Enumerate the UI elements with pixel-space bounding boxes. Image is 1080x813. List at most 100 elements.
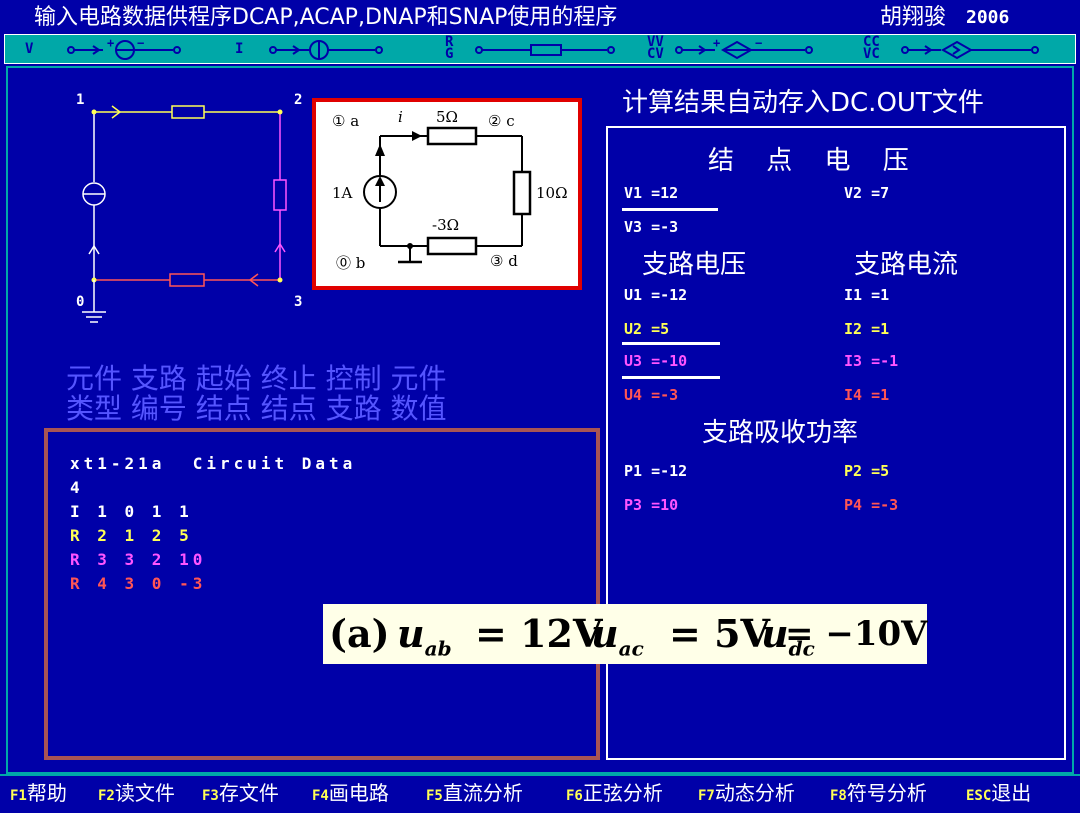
node-label: 0 — [76, 294, 85, 310]
branch-current: I3 =-1 — [844, 352, 899, 370]
svg-text:−: − — [755, 37, 762, 50]
controlled-current-source-icon — [901, 40, 1039, 60]
fkey-code: F8 — [830, 788, 847, 804]
var-symbol: u — [397, 611, 425, 656]
fkey-f3[interactable]: F3存文件 — [202, 776, 279, 813]
node-voltage-title: 结 点 电 压 — [708, 146, 921, 176]
fkey-f7[interactable]: F7动态分析 — [698, 776, 795, 813]
resistor-value: 10Ω — [536, 184, 568, 202]
source-value: 1A — [332, 184, 353, 202]
branch-current: I4 =1 — [844, 386, 890, 404]
fkey-f6[interactable]: F6正弦分析 — [566, 776, 663, 813]
fkey-f1[interactable]: F1帮助 — [10, 776, 67, 813]
fkey-code: F1 — [10, 788, 27, 804]
column-headers-line2: 类型 编号 结点 结点 支路 数值 — [66, 392, 447, 425]
data-line: R 3 3 2 10 — [70, 550, 207, 569]
resistor-value: 5Ω — [436, 108, 458, 126]
column-headers: 元件 支路 起始 终止 控制 元件 类型 编号 结点 结点 支路 数值 — [66, 364, 447, 424]
data-line: 4 — [70, 478, 84, 497]
node-voltage: V1 =12 — [624, 184, 679, 202]
schematic-drawing — [82, 105, 287, 323]
toolbar-label: V — [25, 41, 34, 57]
schematic-canvas[interactable]: 1 2 3 0 — [60, 90, 310, 330]
toolbar-controlled-voltage-source[interactable]: VV CV + − — [641, 35, 841, 63]
toolbar-label: CC VC — [863, 34, 880, 62]
author-name: 胡翔骏 — [880, 5, 947, 30]
node-voltage: V3 =-3 — [624, 218, 679, 236]
branch-voltage: U1 =-12 — [624, 286, 688, 304]
fkey-esc[interactable]: ESC退出 — [966, 776, 1031, 813]
fkey-label: 读文件 — [114, 781, 175, 805]
branch-power: P3 =10 — [624, 496, 679, 514]
branch-voltage: U3 =-10 — [624, 352, 688, 370]
node-label: ② c — [488, 112, 515, 130]
toolbar-current-source[interactable]: I — [225, 35, 405, 63]
answer-var: uab — [397, 604, 452, 679]
var-subscript: ac — [618, 636, 644, 661]
svg-text:−: − — [137, 37, 144, 50]
fkey-f4[interactable]: F4画电路 — [312, 776, 389, 813]
branch-power: P4 =-3 — [844, 496, 899, 514]
fkey-code: F7 — [698, 788, 715, 804]
voltage-source-icon: + − — [67, 37, 181, 60]
fkey-label: 动态分析 — [714, 781, 795, 805]
branch-power: P1 =-12 — [624, 462, 688, 480]
fkey-f2[interactable]: F2读文件 — [98, 776, 175, 813]
fkey-label: 直流分析 — [442, 781, 523, 805]
data-line: xt1-21a Circuit Data — [70, 454, 357, 473]
branch-current-title: 支路电流 — [854, 250, 959, 280]
fkey-label: 帮助 — [26, 781, 67, 805]
divider — [622, 208, 718, 211]
branch-power: P2 =5 — [844, 462, 890, 480]
current-source-icon — [269, 40, 383, 60]
answer-value: = −10V — [785, 614, 928, 654]
svg-text:+: + — [713, 37, 720, 50]
toolbar-label: R G — [445, 34, 454, 62]
divider — [622, 342, 720, 345]
node-label: 3 — [294, 294, 303, 310]
current-label: i — [398, 108, 403, 126]
results-title: 计算结果自动存入DC.OUT文件 — [622, 88, 984, 118]
node-label: ① a — [332, 112, 360, 130]
fkey-code: ESC — [966, 788, 992, 804]
node-label: ③ d — [490, 252, 518, 270]
fkey-f8[interactable]: F8符号分析 — [830, 776, 927, 813]
node-label: 1 — [76, 92, 85, 108]
divider — [622, 376, 720, 379]
fkey-code: F6 — [566, 788, 583, 804]
column-headers-line1: 元件 支路 起始 终止 控制 元件 — [66, 362, 447, 395]
node-label: 2 — [294, 92, 303, 108]
toolbar-resistor[interactable]: R G — [435, 35, 625, 63]
var-symbol: u — [591, 611, 619, 656]
branch-current: I1 =1 — [844, 286, 890, 304]
results-panel: 结 点 电 压 V1 =12 V2 =7 V3 =-3 支路电压 支路电流 U1… — [606, 126, 1066, 760]
app-title: 输入电路数据供程序DCAP,ACAP,DNAP和SNAP使用的程序 — [34, 5, 618, 30]
toolbar-voltage-source[interactable]: V + − — [19, 35, 199, 63]
circuit-figure: ① a i 5Ω ② c 1A 10Ω -3Ω ⓪ b ③ d — [312, 98, 582, 290]
title-bar: 输入电路数据供程序DCAP,ACAP,DNAP和SNAP使用的程序 胡翔骏 20… — [0, 0, 1080, 36]
node-voltage: V2 =7 — [844, 184, 890, 202]
answer-value: = 5V — [669, 611, 770, 656]
toolbar-label: I — [235, 41, 244, 57]
data-line: R 4 3 0 -3 — [70, 574, 207, 593]
node-label: ⓪ b — [336, 254, 366, 272]
fkey-label: 退出 — [991, 781, 1032, 805]
fkey-code: F2 — [98, 788, 115, 804]
var-subscript: ab — [424, 636, 452, 661]
toolbar-label: VV CV — [647, 34, 664, 62]
fkey-code: F5 — [426, 788, 443, 804]
branch-voltage-title: 支路电压 — [642, 250, 747, 280]
fkey-label: 符号分析 — [846, 781, 927, 805]
fkey-code: F3 — [202, 788, 219, 804]
circuit-data-editor[interactable]: xt1-21a Circuit Data 4 I 1 0 1 1 R 2 1 2… — [44, 428, 600, 760]
power-title: 支路吸收功率 — [702, 418, 859, 448]
data-line: R 2 1 2 5 — [70, 526, 193, 545]
answer-prefix: (a) — [329, 611, 390, 656]
answer-var: uac — [591, 604, 644, 679]
toolbar-controlled-current-source[interactable]: CC VC — [857, 35, 1067, 63]
fkey-f5[interactable]: F5直流分析 — [426, 776, 523, 813]
fkey-label: 存文件 — [218, 781, 279, 805]
answer-box: (a) uab = 12V uac = 5V udc = −10V — [323, 604, 928, 664]
resistor-value: -3Ω — [432, 216, 460, 234]
fkey-code: F4 — [312, 788, 329, 804]
